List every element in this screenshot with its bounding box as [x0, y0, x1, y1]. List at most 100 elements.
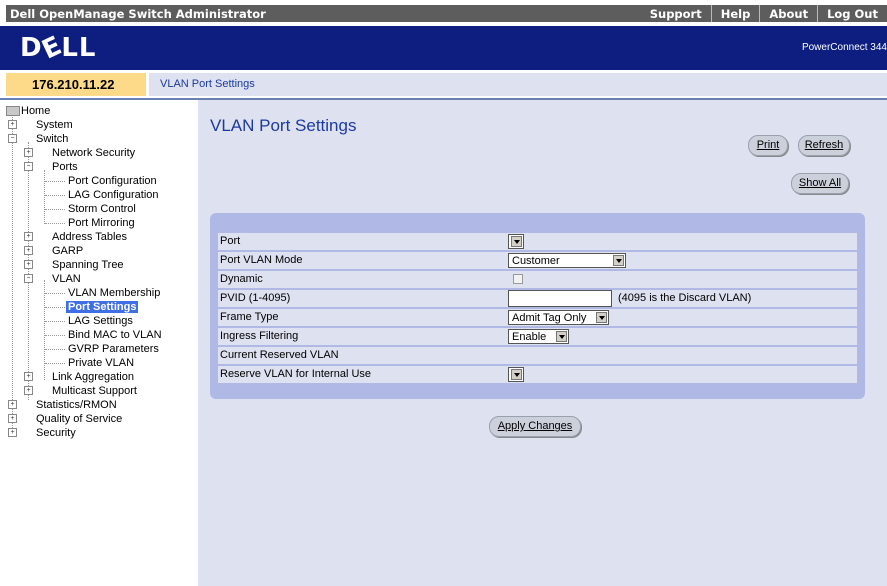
ingress-filtering-select[interactable]: Enable — [508, 329, 569, 344]
tree-connector — [45, 209, 65, 210]
pvid-label: PVID (1-4095) — [220, 292, 291, 304]
collapse-icon[interactable]: − — [24, 162, 33, 171]
expand-icon[interactable]: + — [24, 148, 33, 157]
tree-connector — [44, 280, 45, 380]
logout-link[interactable]: Log Out — [817, 5, 887, 22]
dynamic-label: Dynamic — [220, 273, 263, 285]
tree-item-port-settings[interactable]: Port Settings — [66, 301, 139, 313]
tree-item-bind-mac[interactable]: Bind MAC to VLAN — [68, 329, 162, 341]
chevron-down-icon — [596, 312, 607, 323]
refresh-button[interactable]: Refresh — [798, 135, 850, 156]
port-select[interactable] — [508, 234, 524, 249]
mode-select-value: Customer — [512, 255, 560, 267]
form-row-frame-type: Frame Type Admit Tag Only — [218, 309, 857, 326]
breadcrumb: VLAN Port Settings — [149, 73, 887, 96]
ingress-label: Ingress Filtering — [220, 330, 299, 342]
tree-item-lag-configuration[interactable]: LAG Configuration — [68, 189, 159, 201]
tree-item-lag-settings[interactable]: LAG Settings — [68, 315, 133, 327]
tree-item-qos[interactable]: Quality of Service — [36, 413, 122, 425]
tree-connector — [45, 223, 65, 224]
tree-item-statistics[interactable]: Statistics/RMON — [36, 399, 117, 411]
tree-item-port-configuration[interactable]: Port Configuration — [68, 175, 157, 187]
reserve-vlan-select[interactable] — [508, 367, 524, 382]
expand-icon[interactable]: + — [24, 372, 33, 381]
address-row: 176.210.11.22 VLAN Port Settings — [0, 71, 887, 100]
tree-item-switch[interactable]: Switch — [36, 133, 68, 145]
tree-item-vlan[interactable]: VLAN — [52, 273, 81, 285]
banner: DELL PowerConnect 344 — [0, 26, 887, 72]
frame-type-select-value: Admit Tag Only — [512, 312, 587, 324]
support-link[interactable]: Support — [641, 5, 711, 22]
expand-icon[interactable]: + — [8, 400, 17, 409]
chevron-down-icon — [556, 331, 567, 342]
app-title: Dell OpenManage Switch Administrator — [10, 7, 266, 21]
tree-connector — [44, 170, 45, 224]
tree-item-home[interactable]: Home — [6, 105, 50, 117]
device-ip: 176.210.11.22 — [6, 73, 146, 96]
top-links: Support Help About Log Out — [641, 5, 887, 22]
tree-connector — [45, 349, 65, 350]
tree-item-private-vlan[interactable]: Private VLAN — [68, 357, 134, 369]
form-row-ingress: Ingress Filtering Enable — [218, 328, 857, 345]
form-row-dynamic: Dynamic — [218, 271, 857, 288]
tree-connector — [45, 363, 65, 364]
tree-connector — [12, 114, 13, 434]
expand-icon[interactable]: + — [8, 120, 17, 129]
tree-connector — [28, 142, 29, 400]
tree-connector — [45, 307, 65, 308]
expand-icon[interactable]: + — [24, 260, 33, 269]
top-bar-strip: Dell OpenManage Switch Administrator Sup… — [6, 5, 887, 22]
tree-item-link-aggregation[interactable]: Link Aggregation — [52, 371, 134, 383]
content-area: VLAN Port Settings Print Refresh Show Al… — [198, 100, 887, 586]
mode-label: Port VLAN Mode — [220, 254, 303, 266]
tree-label: Home — [21, 105, 51, 117]
current-reserved-label: Current Reserved VLAN — [220, 349, 339, 361]
tree-item-port-mirroring[interactable]: Port Mirroring — [68, 217, 135, 229]
expand-icon[interactable]: + — [8, 428, 17, 437]
ingress-select-value: Enable — [512, 331, 547, 343]
top-bar: Dell OpenManage Switch Administrator Sup… — [0, 0, 887, 26]
expand-icon[interactable]: + — [24, 386, 33, 395]
dynamic-checkbox[interactable] — [513, 274, 523, 284]
tree-item-security[interactable]: Security — [36, 427, 76, 439]
form-row-reserved: Current Reserved VLAN — [218, 347, 857, 364]
form-row-mode: Port VLAN Mode Customer — [218, 252, 857, 269]
frame-type-select[interactable]: Admit Tag Only — [508, 310, 609, 325]
breadcrumb-label: VLAN Port Settings — [160, 78, 255, 90]
chevron-down-icon — [511, 369, 522, 380]
tree-connector — [45, 181, 65, 182]
tree-item-gvrp-parameters[interactable]: GVRP Parameters — [68, 343, 159, 355]
expand-icon[interactable]: + — [24, 232, 33, 241]
form-row-reserve: Reserve VLAN for Internal Use — [218, 366, 857, 383]
tree-item-network-security[interactable]: Network Security — [52, 147, 135, 159]
tree-connector — [45, 293, 65, 294]
tree-item-vlan-membership[interactable]: VLAN Membership — [68, 287, 160, 299]
tree-connector — [45, 335, 65, 336]
about-link[interactable]: About — [759, 5, 817, 22]
chevron-down-icon — [613, 255, 624, 266]
tree-item-system[interactable]: System — [36, 119, 73, 131]
expand-icon[interactable]: + — [8, 414, 17, 423]
pvid-input[interactable] — [508, 290, 612, 307]
dell-logo: DELL — [20, 30, 97, 66]
show-all-button[interactable]: Show All — [791, 173, 849, 194]
help-link[interactable]: Help — [710, 5, 760, 22]
print-button[interactable]: Print — [748, 135, 788, 156]
tree-connector — [45, 321, 65, 322]
expand-icon[interactable]: + — [24, 246, 33, 255]
port-label: Port — [220, 235, 241, 247]
folder-icon — [6, 106, 20, 117]
port-vlan-mode-select[interactable]: Customer — [508, 253, 626, 268]
collapse-icon[interactable]: − — [8, 134, 17, 143]
tree-item-storm-control[interactable]: Storm Control — [68, 203, 136, 215]
collapse-icon[interactable]: − — [24, 274, 33, 283]
chevron-down-icon — [511, 236, 522, 247]
tree-item-address-tables[interactable]: Address Tables — [52, 231, 127, 243]
reserve-vlan-label: Reserve VLAN for Internal Use — [220, 368, 372, 380]
tree-item-spanning-tree[interactable]: Spanning Tree — [52, 259, 124, 271]
navigation-tree: Home + System − Switch + Network Securit… — [6, 100, 196, 586]
tree-item-garp[interactable]: GARP — [52, 245, 83, 257]
tree-item-multicast-support[interactable]: Multicast Support — [52, 385, 137, 397]
apply-changes-button[interactable]: Apply Changes — [489, 416, 581, 437]
tree-item-ports[interactable]: Ports — [52, 161, 78, 173]
